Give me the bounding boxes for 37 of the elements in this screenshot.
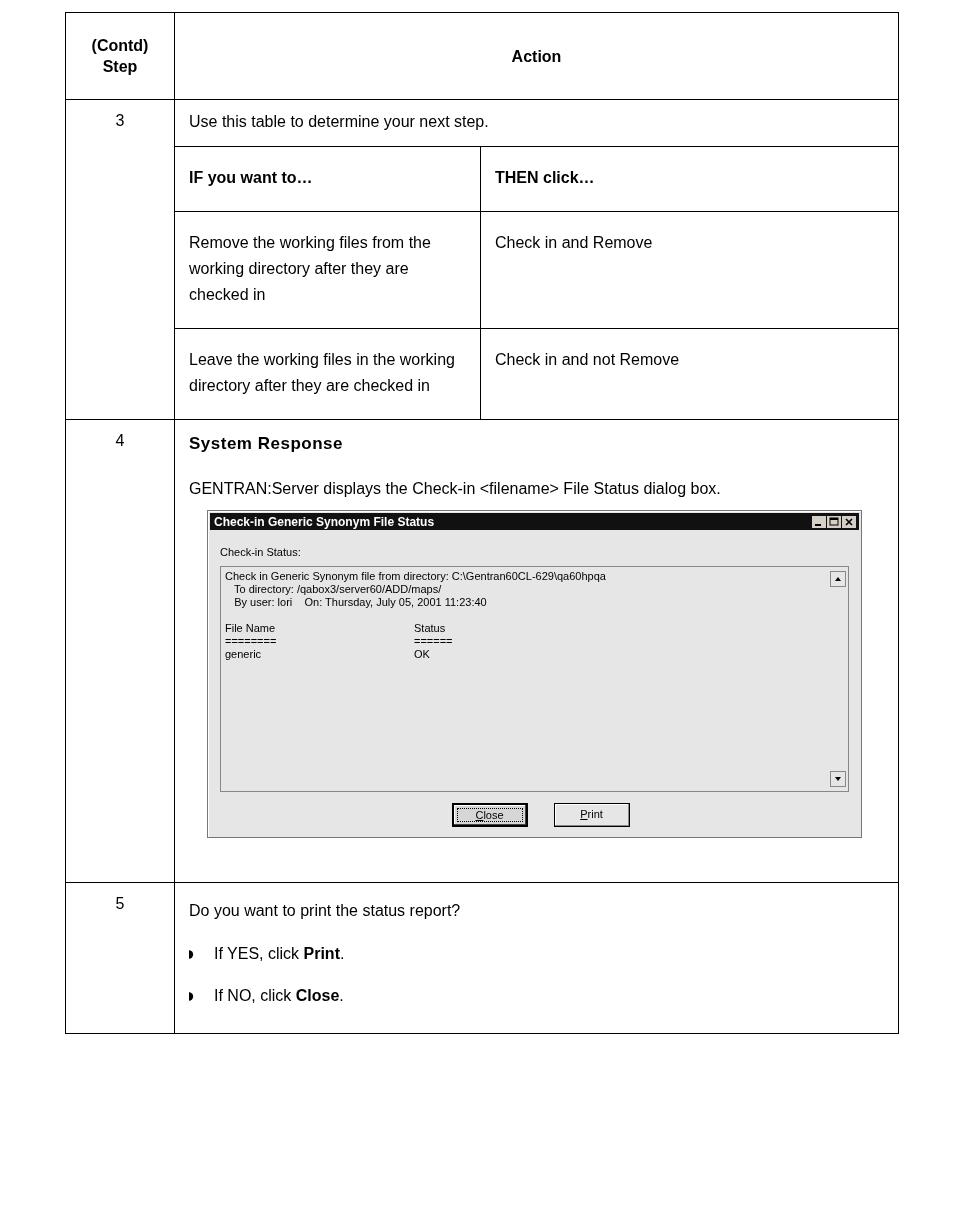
scroll-up-icon[interactable] [830,571,846,587]
table-cell: Remove the working files from the working directory after they are checked in [175,211,481,329]
report-line: Check in Generic Synonym file from directory: C:\Gentran60CL-629\qa60hpqa [225,570,607,583]
step-number: 4 [115,432,125,449]
maximize-icon[interactable] [827,515,841,528]
close-icon[interactable] [842,515,856,528]
description-text: GENTRAN:Server displays the Check-in <filename> File Status dialog box. [188,479,722,499]
section-heading: System Response [188,433,344,454]
minimize-icon[interactable] [812,515,826,528]
table-cell: Check in and not Remove [480,328,898,419]
column-header: IF you want to… [175,146,481,212]
step-number: 3 [115,112,125,129]
bullet-text: If NO, click Close. [214,987,344,1005]
bullet-icon [189,949,194,959]
bullet-text: If YES, click Print. [214,945,345,963]
table-cell: Leave the working files in the working directory after they are checked in [175,328,481,419]
instruction-text: Use this table to determine your next step. [188,112,490,132]
dialog-button[interactable]: Print [553,803,630,827]
report-rule: ======== [225,635,278,648]
report-line: By user: lori On: Thursday, July 05, 2001 11:23:40 [233,596,488,609]
table-cell: Check in and Remove [480,211,898,329]
dialog-button[interactable]: Close [451,803,528,827]
column-header: Action [174,12,899,100]
report-value: generic [225,648,263,661]
question-text: Do you want to print the status report? [188,901,462,921]
bullet-icon [189,991,194,1001]
report-line: To directory: /qabox3/server60/ADD/maps/ [232,583,443,596]
step-number: 5 [115,895,125,912]
report-column-heading: File Name [225,622,277,635]
field-label: Check-in Status: [220,546,302,558]
report-rule: ====== [414,635,453,648]
report-column-heading: Status [414,622,447,635]
window-title: Check-in Generic Synonym File Status [214,514,435,529]
report-value: OK [414,648,431,661]
scroll-down-icon[interactable] [830,771,846,787]
column-header: (Contd) Step [65,12,175,100]
column-header: THEN click… [480,146,898,212]
